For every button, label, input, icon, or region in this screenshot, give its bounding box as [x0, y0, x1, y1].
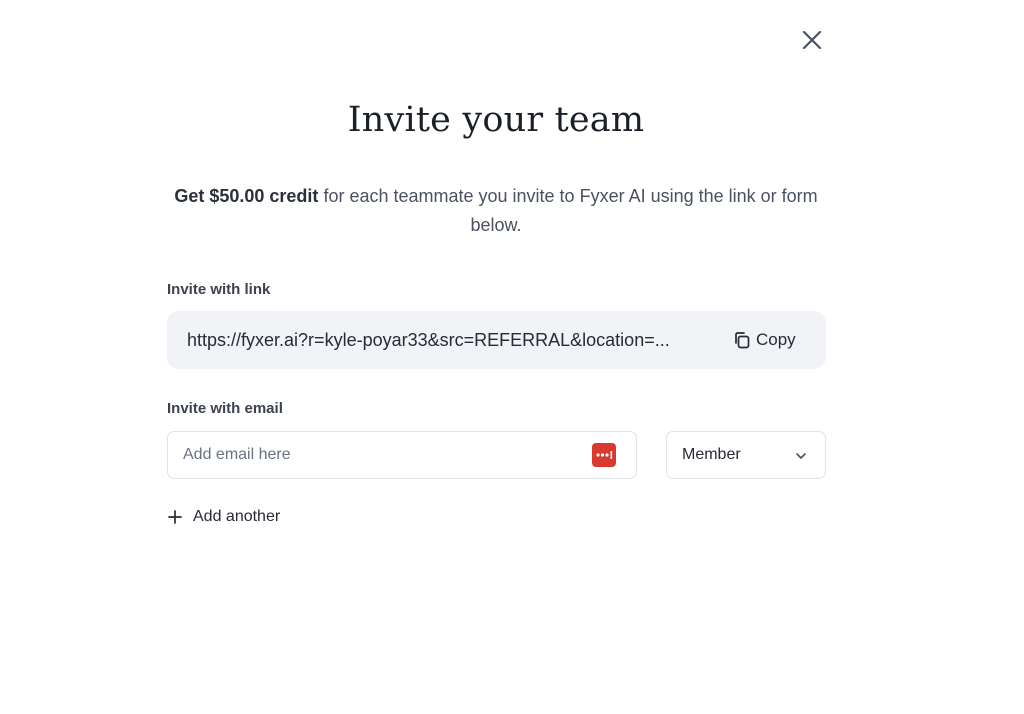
subtitle-text: for each teammate you invite to Fyxer AI…	[318, 186, 818, 235]
password-manager-icon[interactable]	[592, 443, 616, 467]
dialog-title: Invite your team	[347, 100, 645, 140]
invite-team-dialog: Invite your team Get $50.00 credit for e…	[0, 0, 1024, 714]
add-another-button[interactable]: Add another	[167, 506, 280, 528]
copy-link-button[interactable]: Copy	[732, 328, 796, 352]
copy-icon	[735, 332, 750, 349]
credit-highlight: Get $50.00 credit	[174, 186, 319, 206]
plus-icon	[168, 510, 182, 524]
dots-icon	[596, 451, 613, 459]
role-selected-value: Member	[682, 446, 741, 463]
invite-link-box: https://fyxer.ai?r=kyle-poyar33&src=REFE…	[167, 311, 826, 369]
copy-button-label: Copy	[756, 330, 796, 349]
email-field-wrapper	[167, 431, 637, 479]
email-input[interactable]	[168, 432, 578, 478]
close-button[interactable]	[798, 26, 826, 54]
chevron-down-icon	[796, 453, 806, 459]
close-icon	[802, 30, 822, 50]
invite-link-url: https://fyxer.ai?r=kyle-poyar33&src=REFE…	[187, 329, 670, 350]
add-another-label: Add another	[193, 508, 281, 525]
invite-link-label: Invite with link	[167, 281, 271, 298]
dialog-subtitle: Get $50.00 credit for each teammate you …	[166, 182, 826, 240]
role-select[interactable]: Member	[666, 431, 826, 479]
invite-email-label: Invite with email	[167, 400, 283, 417]
